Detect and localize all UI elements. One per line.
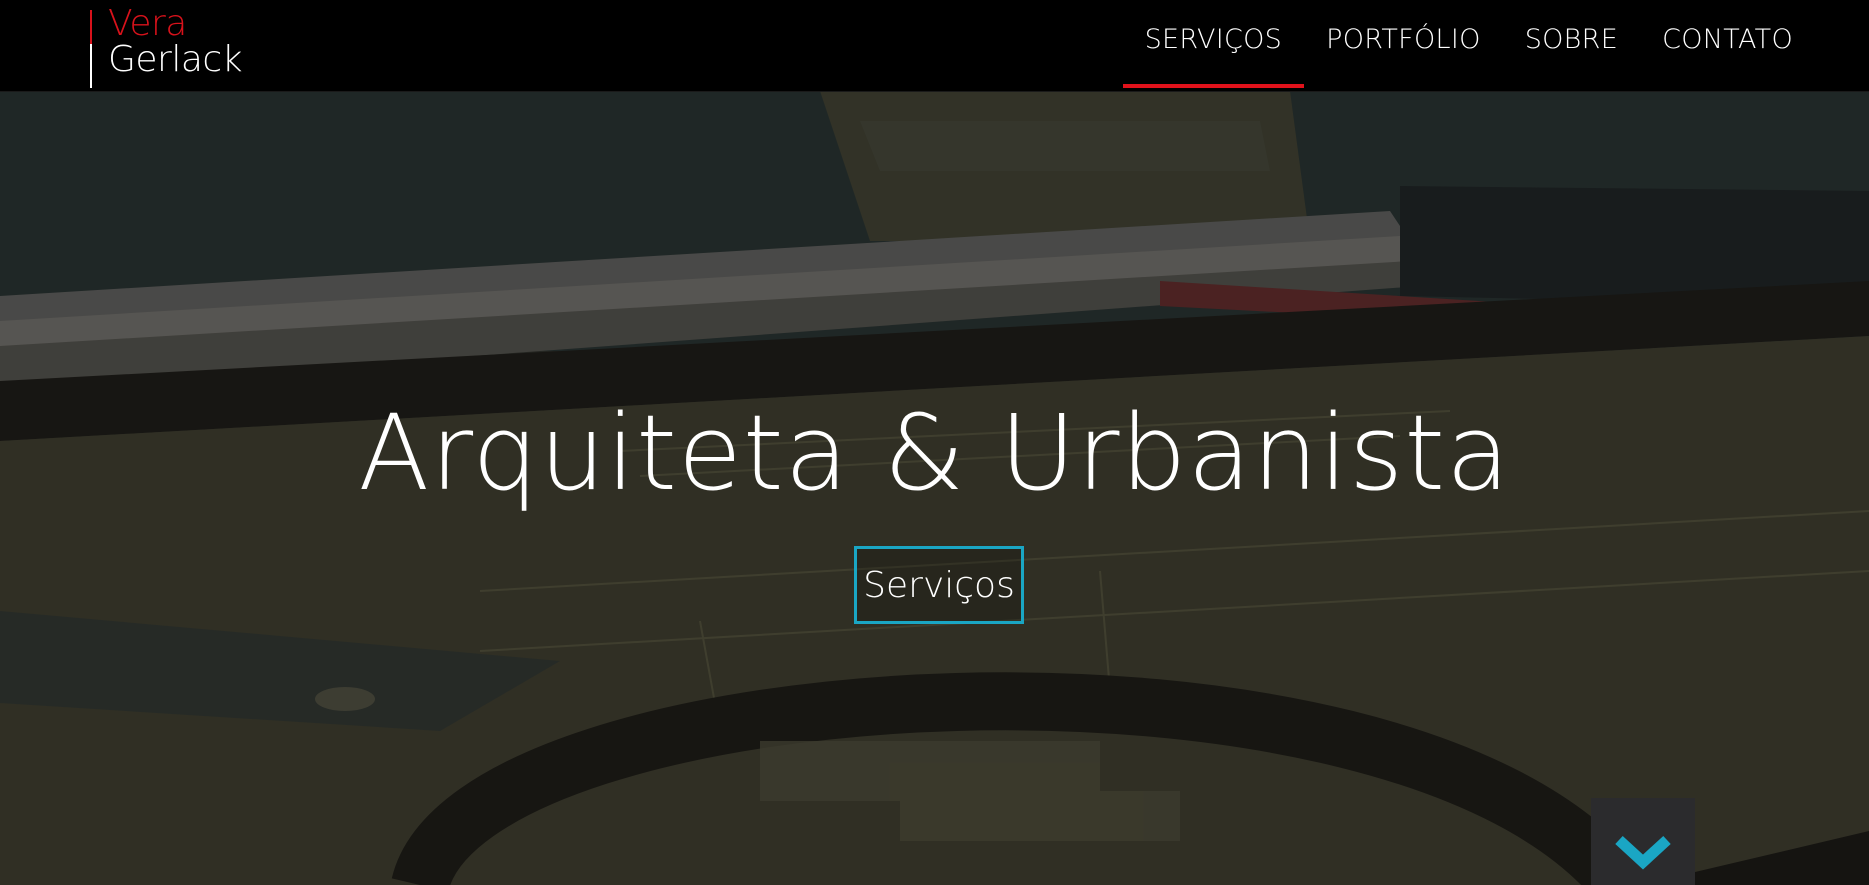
logo-white-bar bbox=[90, 44, 92, 88]
logo-first-name: Vera bbox=[108, 3, 187, 44]
main-nav: SERVIÇOS PORTFÓLIO SOBRE CONTATO bbox=[1122, 0, 1869, 91]
logo-last-name: Gerlack bbox=[108, 39, 243, 80]
top-navbar: Vera Gerlack SERVIÇOS PORTFÓLIO SOBRE CO… bbox=[0, 0, 1869, 92]
scroll-down-button[interactable] bbox=[1591, 798, 1695, 885]
hero-title: Arquiteta & Urbanista bbox=[358, 391, 1511, 514]
services-button[interactable]: Serviços bbox=[854, 546, 1024, 624]
nav-item-label: CONTATO bbox=[1662, 23, 1793, 55]
nav-item-label: SOBRE bbox=[1524, 23, 1619, 55]
nav-item-servicos[interactable]: SERVIÇOS bbox=[1122, 0, 1305, 88]
logo-red-bar bbox=[90, 10, 92, 44]
page: Vera Gerlack SERVIÇOS PORTFÓLIO SOBRE CO… bbox=[0, 0, 1869, 885]
hero-section: Arquiteta & Urbanista Serviços bbox=[0, 91, 1869, 885]
nav-item-portfolio[interactable]: PORTFÓLIO bbox=[1304, 0, 1503, 88]
chevron-down-icon bbox=[1615, 835, 1671, 870]
nav-item-label: PORTFÓLIO bbox=[1326, 23, 1481, 55]
nav-item-label: SERVIÇOS bbox=[1144, 23, 1283, 55]
nav-item-contato[interactable]: CONTATO bbox=[1640, 0, 1815, 88]
nav-item-sobre[interactable]: SOBRE bbox=[1503, 0, 1640, 88]
site-logo[interactable]: Vera Gerlack bbox=[90, 6, 250, 88]
